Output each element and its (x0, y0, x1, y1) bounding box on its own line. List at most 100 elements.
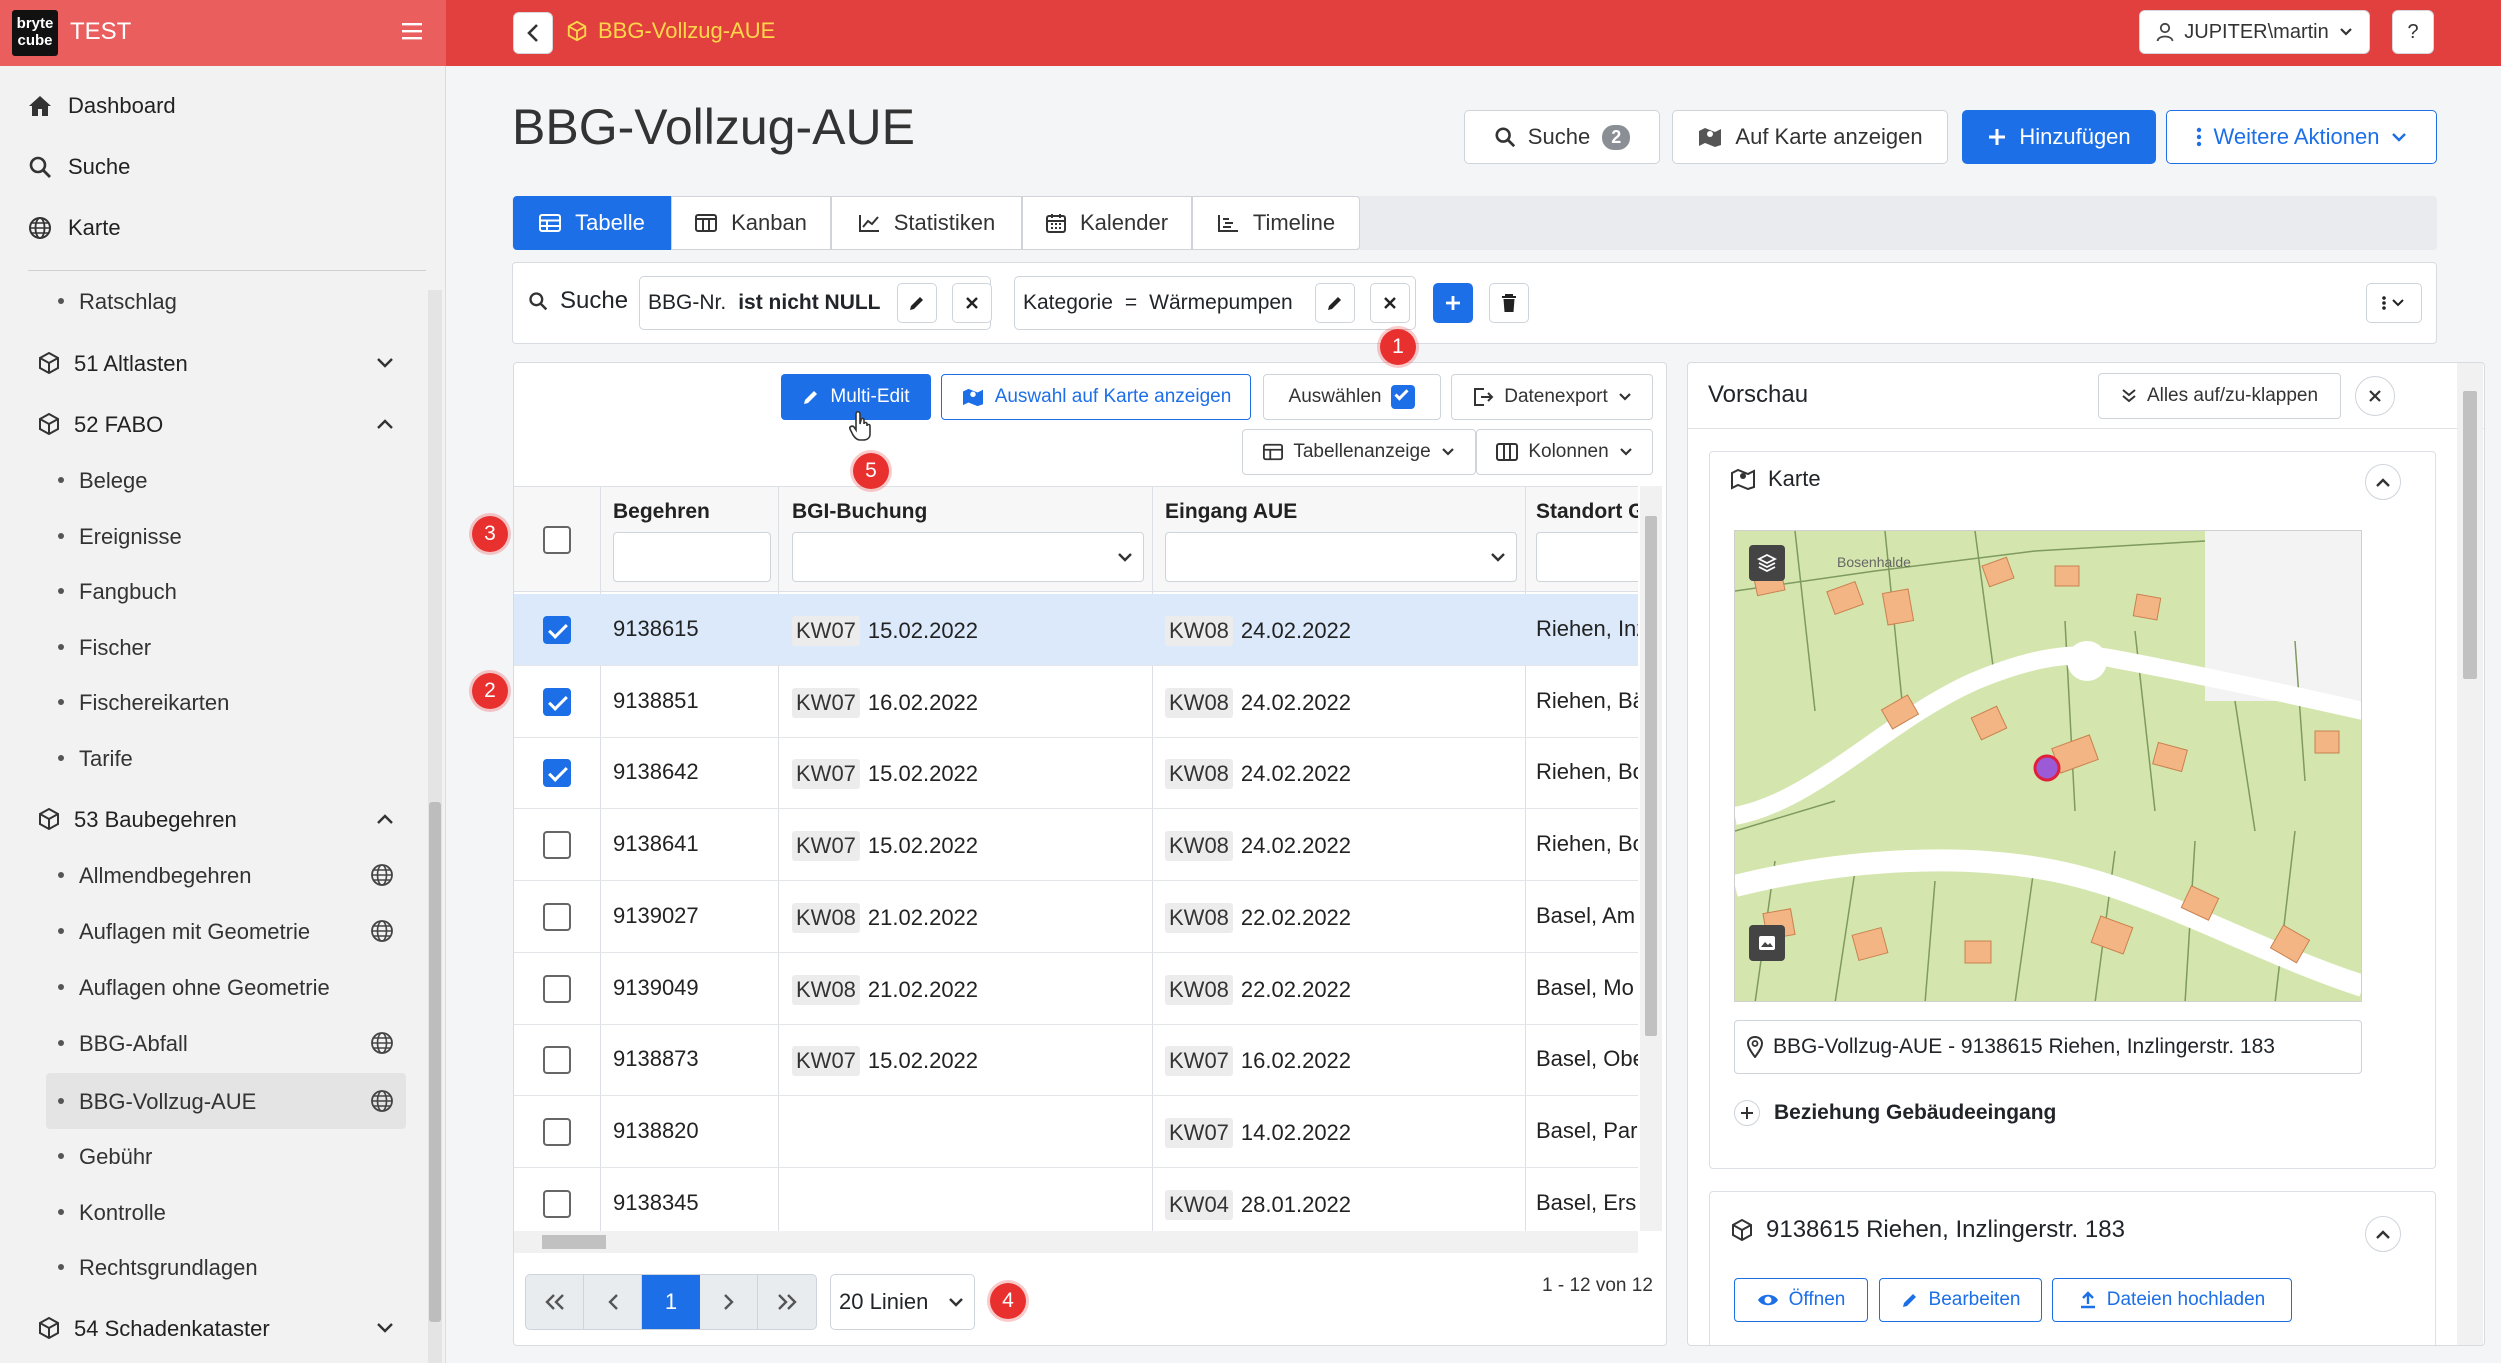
sidebar-item-gebuehr[interactable]: Gebühr (0, 1136, 446, 1176)
sidebar-item-dashboard[interactable]: Dashboard (0, 84, 446, 128)
back-button[interactable] (513, 12, 553, 54)
sidebar-item-auflagen-mit-geometrie[interactable]: Auflagen mit Geometrie (0, 911, 446, 951)
row-checkbox[interactable] (543, 903, 571, 931)
sidebar-group-54-schadenkataster[interactable]: 54 Schadenkataster (0, 1308, 446, 1348)
collapse-record-button[interactable] (2365, 1216, 2401, 1252)
sidebar-item-fischer[interactable]: Fischer (0, 627, 446, 667)
edit-record-button[interactable]: Bearbeiten (1879, 1278, 2042, 1322)
filter-select-bgi-buchung[interactable] (792, 532, 1144, 582)
row-checkbox[interactable] (543, 975, 571, 1003)
row-checkbox[interactable] (543, 759, 571, 787)
table-hscroll-thumb[interactable] (542, 1235, 606, 1249)
pencil-icon (1902, 1294, 1916, 1307)
row-checkbox[interactable] (543, 688, 571, 716)
sidebar-group-53-baubegehren[interactable]: 53 Baubegehren (0, 799, 446, 839)
sidebar-item-kontrolle[interactable]: Kontrolle (0, 1192, 446, 1232)
row-checkbox[interactable] (543, 1190, 571, 1218)
table-scrollbar-thumb[interactable] (1645, 516, 1657, 1036)
columns-button[interactable]: Kolonnen (1476, 429, 1653, 475)
user-menu-button[interactable]: JUPITER\martin (2139, 10, 2370, 54)
search-button[interactable]: Suche 2 (1464, 110, 1660, 164)
open-record-button[interactable]: Öffnen (1734, 1278, 1868, 1322)
breadcrumb[interactable]: BBG-Vollzug-AUE (566, 18, 775, 44)
tab-label: Statistiken (893, 210, 996, 235)
filter-options-button[interactable] (2366, 283, 2422, 323)
selection-on-map-button[interactable]: Auswahl auf Karte anzeigen (941, 374, 1251, 420)
sidebar-item-bbg-abfall[interactable]: BBG-Abfall (0, 1023, 446, 1063)
row-checkbox[interactable] (543, 616, 571, 644)
row-checkbox[interactable] (543, 1046, 571, 1074)
prev-page-button[interactable] (584, 1275, 642, 1329)
sidebar-item-bbg-vollzug-aue[interactable]: BBG-Vollzug-AUE (0, 1081, 446, 1121)
filter-input-standort[interactable] (1536, 532, 1638, 582)
remove-filter-button[interactable] (1370, 283, 1410, 323)
row-checkbox[interactable] (543, 1118, 571, 1146)
filter-chip-bbg-nr[interactable]: BBG-Nr. ist nicht NULL (639, 276, 991, 330)
preview-scrollbar[interactable] (2457, 363, 2483, 1345)
sidebar-group-51-altlasten[interactable]: 51 Altlasten (0, 343, 446, 383)
table-vertical-scrollbar[interactable] (1640, 486, 1662, 1231)
chevron-up-icon (377, 419, 393, 429)
sidebar-item-allmendbegehren[interactable]: Allmendbegehren (0, 855, 446, 895)
first-page-button[interactable] (526, 1275, 584, 1329)
hamburger-menu-icon[interactable] (402, 22, 422, 45)
sidebar-item-fangbuch[interactable]: Fangbuch (0, 571, 446, 611)
edit-filter-button[interactable] (1315, 283, 1355, 323)
help-button[interactable]: ? (2392, 10, 2434, 54)
show-on-map-button[interactable]: Auf Karte anzeigen (1672, 110, 1948, 164)
sidebar-item-ereignisse[interactable]: Ereignisse (0, 516, 446, 556)
upload-files-button[interactable]: Dateien hochladen (2052, 1278, 2292, 1322)
remove-filter-button[interactable] (952, 283, 992, 323)
filter-select-eingang-aue[interactable] (1165, 532, 1517, 582)
sidebar-item-suche[interactable]: Suche (0, 145, 446, 189)
select-checkbox[interactable] (1391, 385, 1416, 409)
sidebar-group-52-fabo[interactable]: 52 FABO (0, 404, 446, 444)
sidebar-item-ratschlag[interactable]: Ratschlag (0, 281, 446, 321)
current-page-button[interactable]: 1 (642, 1275, 700, 1329)
data-export-button[interactable]: Datenexport (1451, 374, 1653, 420)
table-view-button[interactable]: Tabellenanzeige (1242, 429, 1476, 475)
map-layers-button[interactable] (1749, 545, 1785, 581)
preview-scrollbar-thumb[interactable] (2463, 391, 2477, 679)
page-size-select[interactable]: 20 Linien (830, 1274, 975, 1330)
sidebar-item-rechtsgrundlagen[interactable]: Rechtsgrundlagen (0, 1247, 446, 1287)
last-page-button[interactable] (758, 1275, 816, 1329)
edit-filter-button[interactable] (897, 283, 937, 323)
close-preview-button[interactable] (2355, 376, 2395, 416)
tab-kanban[interactable]: Kanban (671, 196, 831, 250)
collapse-map-button[interactable] (2365, 464, 2401, 500)
filter-input-begehren[interactable] (613, 532, 771, 582)
location-field[interactable]: BBG-Vollzug-AUE - 9138615 Riehen, Inzlin… (1734, 1020, 2362, 1074)
row-checkbox[interactable] (543, 831, 571, 859)
select-toggle[interactable]: Auswählen (1263, 374, 1441, 420)
more-actions-button[interactable]: Weitere Aktionen (2166, 110, 2437, 164)
tab-label: Tabelle (575, 210, 645, 235)
tab-timeline[interactable]: Timeline (1192, 196, 1360, 250)
sidebar-item-label: Kontrolle (79, 1200, 166, 1225)
sidebar-item-auflagen-ohne-geometrie[interactable]: Auflagen ohne Geometrie (0, 967, 446, 1007)
page-title: BBG-Vollzug-AUE (512, 99, 915, 155)
sidebar-item-fischereikarten[interactable]: Fischereikarten (0, 682, 446, 722)
map-basemap-button[interactable] (1749, 925, 1785, 961)
user-icon (2156, 22, 2174, 42)
add-filter-button[interactable] (1433, 283, 1473, 323)
select-all-checkbox[interactable] (543, 526, 571, 554)
sidebar-item-karte[interactable]: Karte (0, 206, 446, 250)
table-horizontal-scrollbar[interactable] (514, 1231, 1638, 1253)
filter-chip-kategorie[interactable]: Kategorie = Wärmepumpen (1014, 276, 1416, 330)
map-view[interactable]: Bosenhalde (1734, 530, 2362, 1002)
week-badge: KW07 (792, 1046, 860, 1076)
sidebar-item-belege[interactable]: Belege (0, 460, 446, 500)
tab-tabelle[interactable]: Tabelle (513, 196, 671, 250)
chevron-up-icon (2376, 1229, 2390, 1239)
relation-row[interactable]: Beziehung Gebäudeeingang (1734, 1100, 2056, 1126)
add-button[interactable]: Hinzufügen (1962, 110, 2156, 164)
delete-filters-button[interactable] (1489, 283, 1529, 323)
chevron-down-icon (1618, 393, 1631, 401)
next-page-button[interactable] (700, 1275, 758, 1329)
tab-kalender[interactable]: Kalender (1022, 196, 1192, 250)
expand-all-button[interactable]: Alles auf/zu-klappen (2098, 373, 2341, 419)
add-relation-button[interactable] (1734, 1100, 1760, 1126)
tab-statistiken[interactable]: Statistiken (831, 196, 1022, 250)
sidebar-item-tarife[interactable]: Tarife (0, 738, 446, 778)
